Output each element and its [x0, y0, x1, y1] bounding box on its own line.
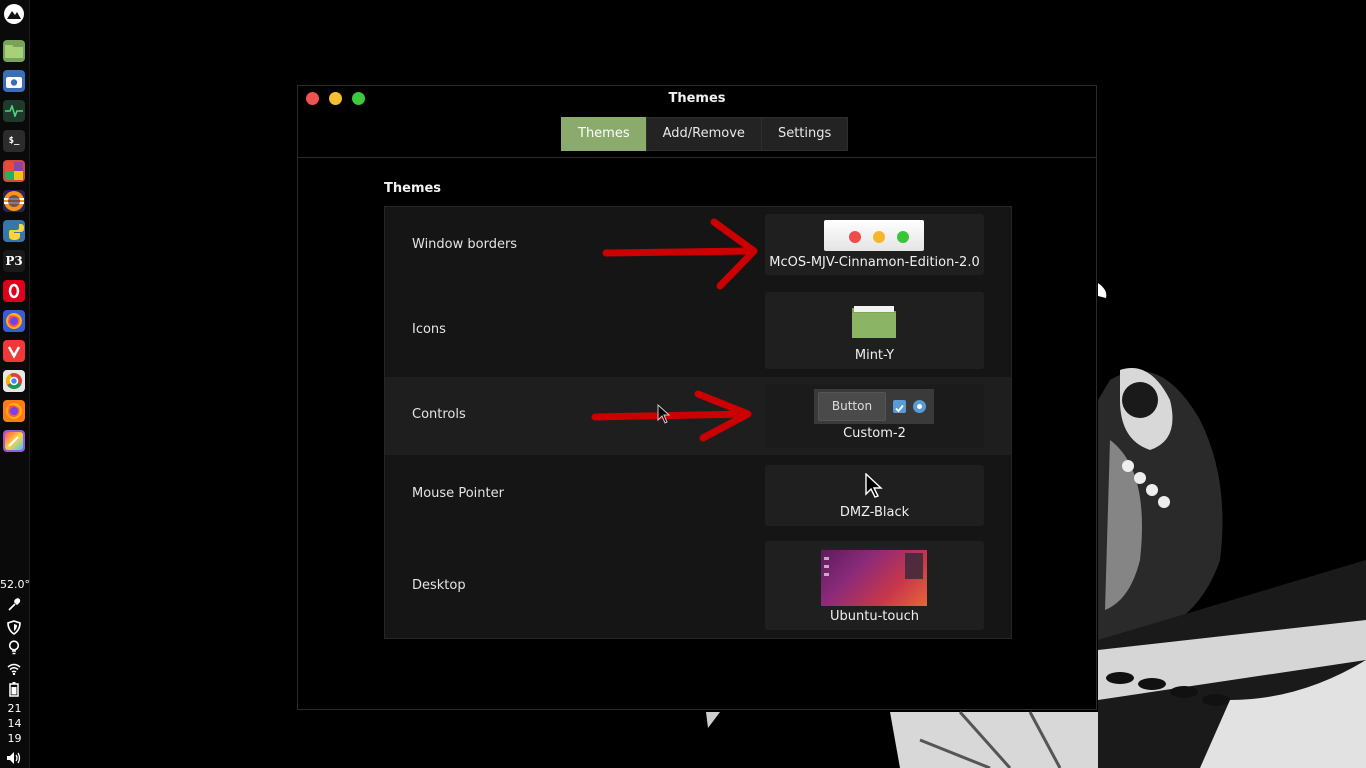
row-label: Desktop [412, 578, 466, 593]
paintbrush-icon [5, 432, 23, 450]
camera-icon [6, 75, 22, 88]
folder-icon [5, 44, 23, 58]
themes-launcher[interactable] [3, 430, 25, 452]
chrome-icon [5, 372, 23, 390]
palette-icon [5, 162, 23, 180]
icons-value: Mint-Y [854, 348, 895, 363]
desktop-preview [821, 547, 927, 606]
activity-icon [5, 105, 23, 117]
system-monitor-launcher[interactable] [3, 100, 25, 122]
row-label: Icons [412, 322, 446, 337]
wifi-icon[interactable] [5, 661, 23, 677]
preview-maximize-dot [897, 231, 909, 243]
preview-minimize-dot [873, 231, 885, 243]
volume-icon[interactable] [5, 750, 23, 766]
left-panel: $_ P3 52.0° 21 14 19 [0, 0, 30, 768]
row-label: Mouse Pointer [412, 486, 504, 501]
row-label: Controls [412, 407, 466, 422]
eyedropper-icon[interactable] [5, 597, 23, 613]
controls-chooser[interactable]: Button Custom-2 [765, 384, 984, 448]
list-item-desktop: Desktop Ubuntu-touch [385, 533, 1011, 638]
window-borders-chooser[interactable]: McOS-MJV-Cinnamon-Edition-2.0 [765, 214, 984, 275]
desktop-chooser[interactable]: Ubuntu-touch [765, 541, 984, 630]
list-item-window-borders: Window borders McOS-MJV-Cinnamon-Edition… [385, 207, 1011, 292]
vivaldi-icon [5, 342, 23, 360]
temperature-readout: 52.0° [0, 578, 30, 591]
p3-icon: P3 [5, 254, 23, 268]
row-label: Window borders [412, 237, 518, 252]
battery-icon[interactable] [5, 681, 23, 697]
firefox-icon [5, 402, 23, 420]
tab-add-remove[interactable]: Add/Remove [645, 117, 762, 151]
vivaldi-launcher[interactable] [3, 340, 25, 362]
files-launcher[interactable] [3, 40, 25, 62]
firefox-icon [5, 312, 23, 330]
section-title: Themes [384, 181, 442, 196]
clock-minute[interactable]: 14 [0, 717, 29, 730]
titlebar[interactable]: Themes [298, 86, 1096, 113]
list-item-mouse-pointer: Mouse Pointer DMZ-Black [385, 455, 1011, 533]
mountain-logo-icon [4, 4, 24, 24]
mouse-pointer-value: DMZ-Black [839, 505, 910, 520]
preview-button: Button [818, 392, 886, 421]
checkbox-icon [893, 400, 906, 413]
window-borders-preview [824, 220, 924, 251]
preview-close-dot [849, 231, 861, 243]
mouse-pointer-chooser[interactable]: DMZ-Black [765, 465, 984, 526]
opera-icon [5, 282, 23, 300]
window-borders-value: McOS-MJV-Cinnamon-Edition-2.0 [769, 255, 980, 270]
shield-icon[interactable] [5, 619, 23, 635]
folder-icon [852, 306, 896, 338]
chrome-launcher[interactable] [3, 370, 25, 392]
desktop-value: Ubuntu-touch [830, 609, 919, 624]
python-launcher[interactable] [3, 220, 25, 242]
firefox-dev-launcher[interactable] [3, 310, 25, 332]
list-item-icons: Icons Mint-Y [385, 292, 1011, 377]
firefox-launcher[interactable] [3, 400, 25, 422]
opera-launcher[interactable] [3, 280, 25, 302]
list-item-controls: Controls Button Custom-2 [385, 377, 1011, 455]
controls-preview: Button [814, 389, 934, 424]
themes-window: Themes Themes Add/Remove Settings Themes… [297, 85, 1097, 710]
clock-hour[interactable]: 21 [0, 702, 29, 715]
eclipse-launcher[interactable] [3, 190, 25, 212]
pointer-preview-icon [865, 473, 883, 498]
python-icon [4, 221, 24, 241]
eclipse-icon [4, 191, 24, 211]
menu-launcher[interactable] [3, 3, 25, 25]
window-title: Themes [668, 91, 726, 106]
radio-icon [913, 400, 926, 413]
tab-bar: Themes Add/Remove Settings [298, 112, 1096, 158]
themes-list: Window borders McOS-MJV-Cinnamon-Edition… [384, 206, 1012, 639]
color-launcher[interactable] [3, 160, 25, 182]
controls-value: Custom-2 [843, 426, 906, 441]
screenshot-launcher[interactable] [3, 70, 25, 92]
tab-settings[interactable]: Settings [760, 117, 849, 151]
icons-chooser[interactable]: Mint-Y [765, 292, 984, 369]
lightbulb-icon[interactable] [5, 639, 23, 655]
clock-second[interactable]: 19 [0, 732, 29, 745]
p3-launcher[interactable]: P3 [3, 250, 25, 272]
terminal-icon: $_ [8, 136, 20, 146]
terminal-launcher[interactable]: $_ [3, 130, 25, 152]
tab-themes[interactable]: Themes [561, 117, 647, 151]
